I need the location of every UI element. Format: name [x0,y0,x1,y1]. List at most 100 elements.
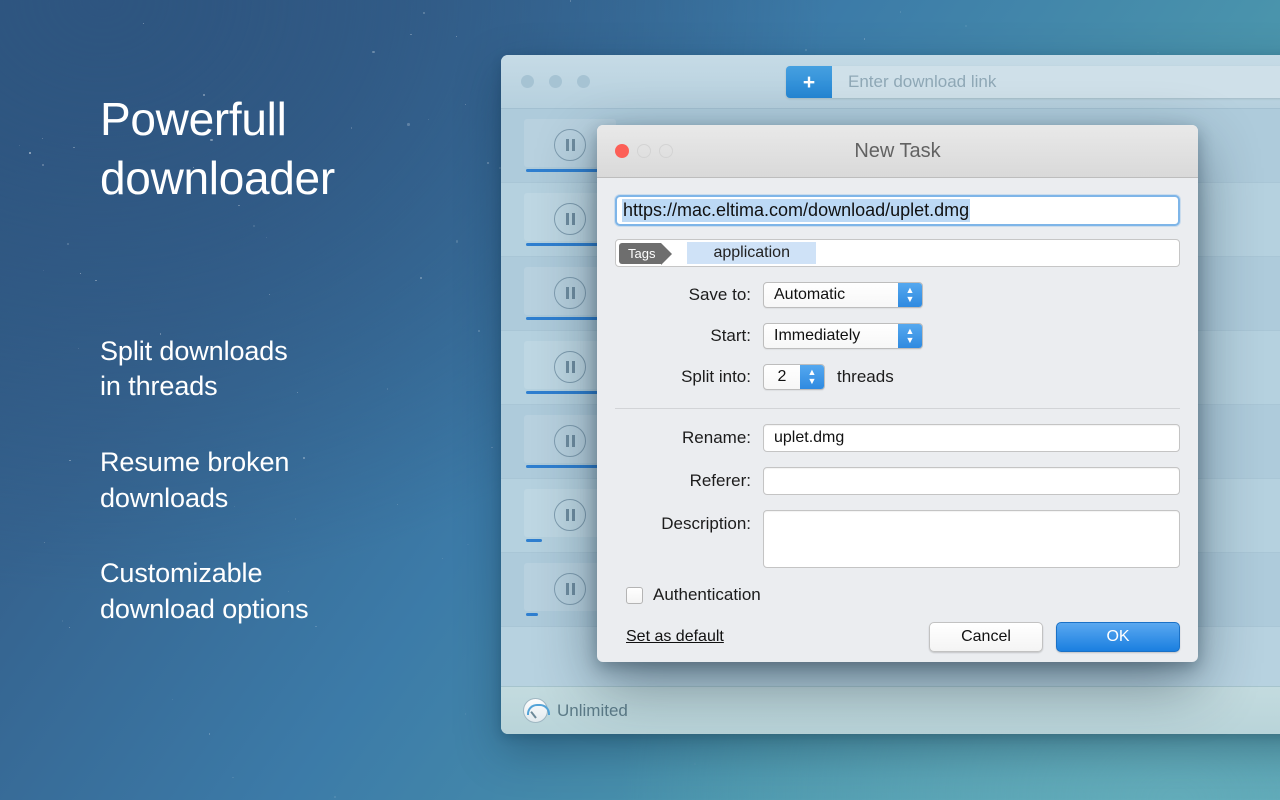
description-row: Description: [615,510,1180,568]
star [73,147,75,149]
threads-stepper[interactable]: 2 ▲ ▼ [763,364,825,390]
dialog-footer: Set as default Cancel OK [615,622,1180,652]
pause-icon[interactable] [554,499,586,531]
star [804,49,808,52]
tags-input[interactable]: Tags application [615,239,1180,267]
chevron-updown-icon[interactable]: ▲ ▼ [898,324,922,348]
rename-row: Rename: uplet.dmg [615,424,1180,452]
progress-bar [526,317,602,320]
zoom-icon [659,144,673,158]
url-input[interactable]: https://mac.eltima.com/download/uplet.dm… [615,195,1180,226]
pause-icon[interactable] [554,277,586,309]
split-into-label: Split into: [681,367,751,386]
tags-label: Tags [619,242,674,265]
star [965,24,968,27]
divider [615,408,1180,409]
star [142,22,144,25]
progress-bar [526,613,539,616]
progress-bar [526,243,602,246]
star [61,620,64,622]
feature-item: Resume broken downloads [100,447,290,513]
description-textarea[interactable] [763,510,1180,568]
authentication-label: Authentication [653,585,761,604]
star [1157,51,1159,54]
ok-button[interactable]: OK [1056,622,1180,652]
dialog-titlebar: New Task [597,125,1198,178]
star [68,626,70,629]
dialog-title: New Task [854,139,941,162]
save-to-value: Automatic [774,286,846,303]
description-label: Description: [661,514,751,533]
tag-chip[interactable]: application [687,242,816,264]
feature-item: Customizable download options [100,558,309,624]
speed-gauge-icon [523,698,550,723]
referer-label: Referer: [689,471,751,490]
page-title: Powerfull downloader [100,93,335,204]
rename-value: uplet.dmg [774,429,845,446]
dialog-buttons: Cancel OK [929,622,1180,652]
star [899,11,902,13]
app-titlebar: + Enter download link [501,55,1280,109]
start-label: Start: [710,326,751,345]
status-bar: Unlimited [501,686,1280,734]
threads-value: 2 [777,368,787,385]
star [232,776,234,779]
minimize-button[interactable] [549,75,562,88]
star [66,243,69,246]
start-select[interactable]: Immediately ▲ ▼ [763,323,923,349]
url-input-value: https://mac.eltima.com/download/uplet.dm… [622,199,971,222]
star [43,541,46,544]
save-to-label: Save to: [688,285,751,304]
download-link-input[interactable]: Enter download link [832,66,1280,98]
start-value: Immediately [774,327,861,344]
referer-input[interactable] [763,467,1180,495]
pause-icon[interactable] [554,203,586,235]
progress-bar [526,539,542,542]
star [42,137,44,139]
star [372,51,375,54]
star [464,713,466,715]
progress-bar [526,169,602,172]
rename-label: Rename: [682,428,751,447]
star [42,163,45,167]
star [863,38,865,40]
pause-icon[interactable] [554,573,586,605]
progress-bar [526,465,602,468]
download-link-bar: + Enter download link [786,66,1280,98]
threads-suffix-label: threads [837,367,894,386]
authentication-row[interactable]: Authentication [615,585,1180,605]
new-task-dialog: New Task https://mac.eltima.com/download… [597,125,1198,662]
close-icon[interactable] [615,144,629,158]
star [78,348,80,350]
start-row: Start: Immediately ▲ ▼ [615,323,1180,349]
pause-icon[interactable] [554,351,586,383]
chevron-updown-icon[interactable]: ▲ ▼ [898,283,922,307]
star [69,459,71,462]
pause-icon[interactable] [554,129,586,161]
feature-list: Split downloads in threads Resume broken… [100,334,500,628]
dialog-traffic-lights [615,144,673,158]
window-traffic-lights [521,75,590,88]
save-to-row: Save to: Automatic ▲ ▼ [615,282,1180,308]
zoom-button[interactable] [577,75,590,88]
star [423,11,426,15]
cancel-button[interactable]: Cancel [929,622,1043,652]
authentication-checkbox[interactable] [626,586,643,604]
progress-bar [526,391,602,394]
star [95,279,97,281]
rename-input[interactable]: uplet.dmg [763,424,1180,452]
save-to-select[interactable]: Automatic ▲ ▼ [763,282,923,308]
set-as-default-link[interactable]: Set as default [626,628,724,646]
dialog-body: https://mac.eltima.com/download/uplet.dm… [597,178,1198,652]
feature-item: Split downloads in threads [100,335,288,402]
pause-icon[interactable] [554,425,586,457]
star [29,152,32,155]
star [80,273,82,275]
plus-icon[interactable]: + [786,66,832,98]
star [334,796,336,798]
star [172,698,174,701]
close-button[interactable] [521,75,534,88]
star [569,0,571,2]
star [19,144,21,146]
chevron-updown-icon[interactable]: ▲ ▼ [800,365,824,389]
